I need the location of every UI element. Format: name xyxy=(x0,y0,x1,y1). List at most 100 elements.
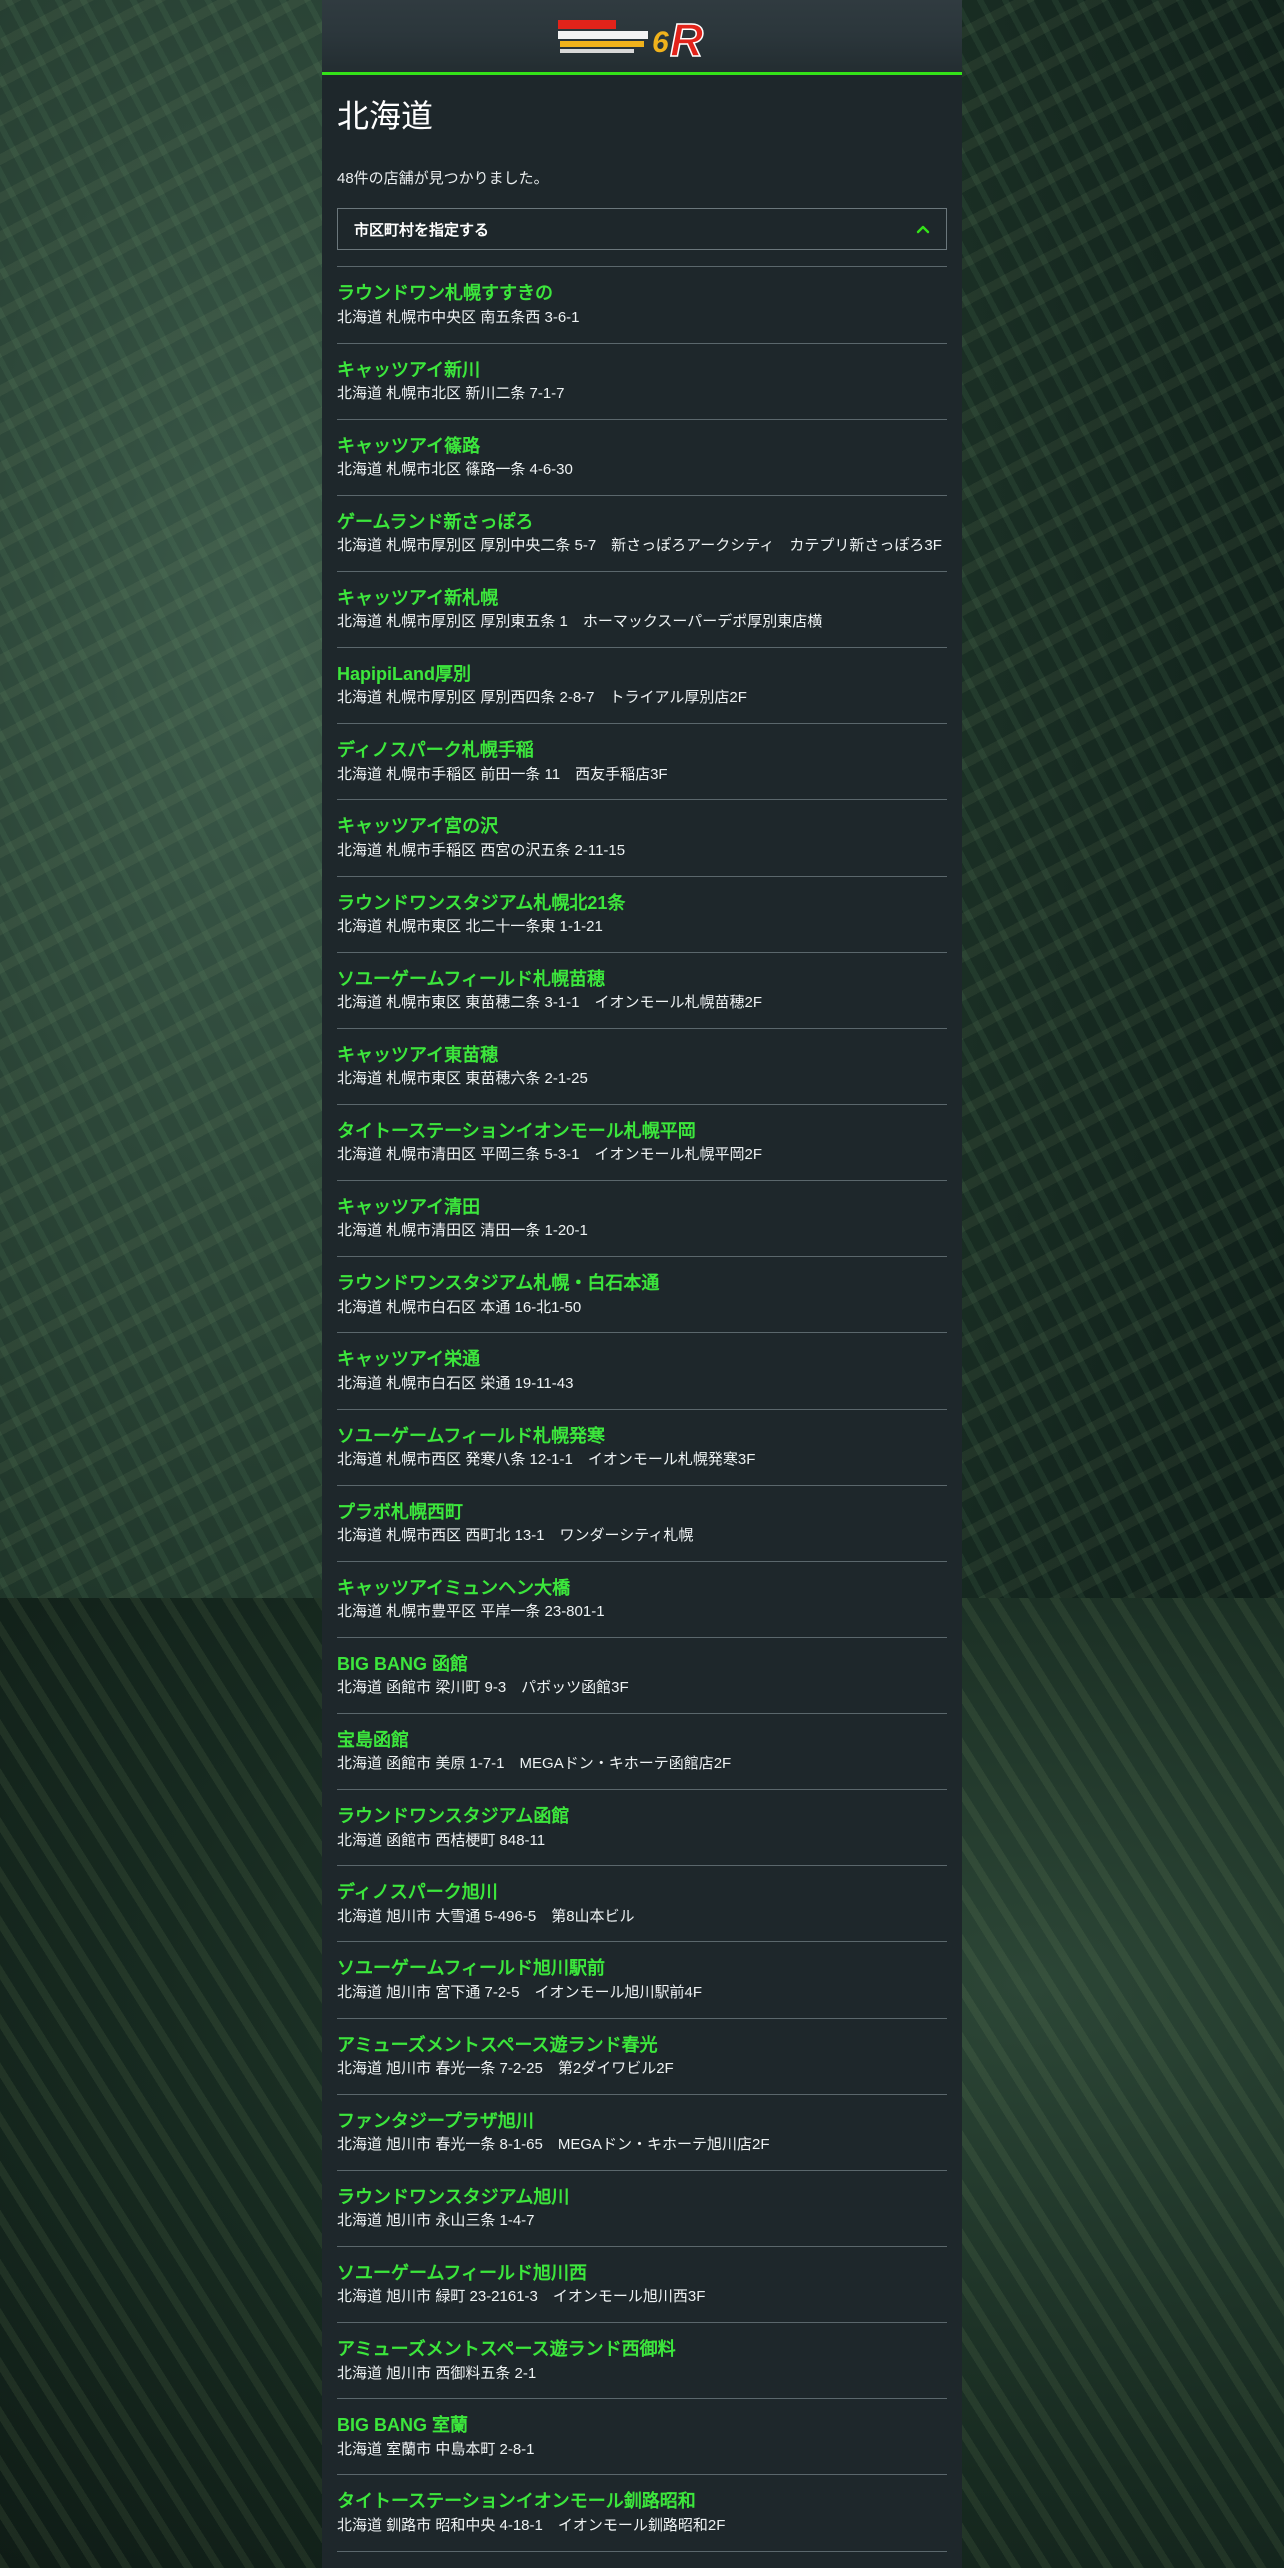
chevron-up-icon xyxy=(916,226,930,234)
store-list-item[interactable]: HapipiLand厚別北海道 札幌市厚別区 厚別西四条 2-8-7 トライアル… xyxy=(337,648,947,725)
store-list-item[interactable]: ゲームランド新さっぽろ北海道 札幌市厚別区 厚別中央二条 5-7 新さっぽろアー… xyxy=(337,496,947,572)
store-list-item[interactable]: プラボ札幌西町 北海道 札幌市西区 西町北 13-1 ワンダーシティ札幌 xyxy=(337,1486,947,1562)
store-address: 北海道 札幌市手稲区 前田一条 11 西友手稲店3F xyxy=(337,765,668,783)
store-address: 北海道 旭川市 宮下通 7-2-5 イオンモール旭川駅前4F xyxy=(337,1983,703,2001)
store-address: 北海道 札幌市厚別区 厚別中央二条 5-7 新さっぽろアークシティ カテプリ新さ… xyxy=(337,537,942,555)
store-list-item[interactable]: ソユーゲームフィールド旭川駅前北海道 旭川市 宮下通 7-2-5 イオンモール旭… xyxy=(337,1942,947,2019)
store-name-link[interactable]: ラウンドワンスタジアム札幌北21条 xyxy=(337,892,947,915)
store-list-item[interactable]: ラウンドワンスタジアム函館北海道 函館市 西桔梗町 848-11 xyxy=(337,1790,947,1867)
store-list-item[interactable]: キャッツアイ東苗穂 北海道 札幌市東区 東苗穂六条 2-1-25 xyxy=(337,1029,947,1105)
store-list-item[interactable]: ディノスパーク旭川北海道 旭川市 大雪通 5-496-5 第8山本ビル xyxy=(337,1866,947,1943)
store-name-link[interactable]: キャッツアイ新川 xyxy=(337,359,947,382)
store-list-item[interactable]: タイトーステーションイオンモール釧路昭和北海道 釧路市 昭和中央 4-18-1 … xyxy=(337,2475,947,2552)
store-name-link[interactable]: HapipiLand厚別 xyxy=(337,663,947,686)
store-name-link[interactable]: キャッツアイ新札幌 xyxy=(337,587,947,610)
store-address: 北海道 札幌市中央区 南五条西 3-6-1 xyxy=(337,308,580,326)
store-list-item[interactable]: 宝島函館北海道 函館市 美原 1-7-1 MEGAドン・キホーテ函館店2F xyxy=(337,1714,947,1791)
store-name-link[interactable]: キャッツアイ栄通 xyxy=(337,1348,947,1371)
store-name-link[interactable]: ディノスパーク札幌手稲 xyxy=(337,739,947,762)
store-name-link[interactable]: ラウンドワンスタジアム旭川 xyxy=(337,2186,947,2209)
store-address: 北海道 札幌市北区 新川二条 7-1-7 xyxy=(337,384,565,402)
store-list-item[interactable]: キャッツアイミュンヘン大橋北海道 札幌市豊平区 平岸一条 23-801-1 xyxy=(337,1562,947,1638)
store-address: 北海道 函館市 美原 1-7-1 MEGAドン・キホーテ函館店2F xyxy=(337,1755,732,1773)
wangan-midnight-6r-logo[interactable]: 6 R xyxy=(554,13,730,67)
store-address: 北海道 函館市 西桔梗町 848-11 xyxy=(337,1831,546,1849)
store-address: 北海道 函館市 梁川町 9-3 パボッツ函館3F xyxy=(337,1679,629,1697)
store-list-item[interactable]: アミューズメントスペース遊ランド春光北海道 旭川市 春光一条 7-2-25 第2… xyxy=(337,2019,947,2095)
store-name-link[interactable]: タイトーステーションイオンモール釧路昭和 xyxy=(337,2490,947,2513)
store-list-item[interactable]: キャッツアイ篠路北海道 札幌市北区 篠路一条 4-6-30 xyxy=(337,420,947,496)
main-content: 北海道 48件の店舗が見つかりました。 市区町村を指定する ラウンドワン札幌すす… xyxy=(322,75,962,2568)
store-name-link[interactable]: ソユーゲームフィールド旭川西 xyxy=(337,2262,947,2285)
store-address: 北海道 旭川市 永山三条 1-4-7 xyxy=(337,2212,535,2230)
store-list-item[interactable]: ラウンドワンスタジアム旭川北海道 旭川市 永山三条 1-4-7 xyxy=(337,2171,947,2248)
store-address: 北海道 札幌市厚別区 厚別東五条 1 ホーマックスーパーデポ厚別東店横 xyxy=(337,613,823,631)
store-list-item[interactable]: タイトーステーションイオンモール札幌平岡北海道 札幌市清田区 平岡三条 5-3-… xyxy=(337,1105,947,1182)
store-name-link[interactable]: ソユーゲームフィールド旭川駅前 xyxy=(337,1957,947,1980)
svg-text:R: R xyxy=(670,14,703,60)
store-name-link[interactable]: ソユーゲームフィールド札幌発寒 xyxy=(337,1425,947,1448)
store-list-item[interactable]: ラウンドワンスタジアム札幌北21条北海道 札幌市東区 北二十一条東 1-1-21 xyxy=(337,877,947,953)
store-name-link[interactable]: ラウンドワンスタジアム函館 xyxy=(337,1805,947,1828)
svg-text:6: 6 xyxy=(652,26,669,59)
store-name-link[interactable]: キャッツアイ宮の沢 xyxy=(337,815,947,838)
store-name-link[interactable]: キャッツアイ東苗穂 xyxy=(337,1044,947,1067)
store-address: 北海道 札幌市東区 東苗穂二条 3-1-1 イオンモール札幌苗穂2F xyxy=(337,994,763,1012)
store-name-link[interactable]: ラウンドワンスタジアム札幌・白石本通 xyxy=(337,1272,947,1295)
store-name-link[interactable]: キャッツアイミュンヘン大橋 xyxy=(337,1577,947,1600)
page-container: 6 R 北海道 48件の店舗が見つかりました。 市区町村を指定する ラウンドワン… xyxy=(322,0,962,2568)
store-list-item[interactable]: キャッツアイ宮の沢 北海道 札幌市手稲区 西宮の沢五条 2-11-15 xyxy=(337,800,947,877)
store-address: 北海道 旭川市 春光一条 8-1-65 MEGAドン・キホーテ旭川店2F xyxy=(337,2136,770,2154)
store-list-item[interactable]: BIG BANG 函館北海道 函館市 梁川町 9-3 パボッツ函館3F xyxy=(337,1638,947,1715)
store-name-link[interactable]: ファンタジープラザ旭川 xyxy=(337,2110,947,2133)
store-name-link[interactable]: 宝島函館 xyxy=(337,1729,947,1752)
store-list-item[interactable]: キャッツアイ新川北海道 札幌市北区 新川二条 7-1-7 xyxy=(337,344,947,420)
store-address: 北海道 札幌市清田区 清田一条 1-20-1 xyxy=(337,1222,588,1240)
store-list-item[interactable]: キャッツアイ栄通北海道 札幌市白石区 栄通 19-11-43 xyxy=(337,1333,947,1410)
store-list-item[interactable]: BIG BANG 室蘭北海道 室蘭市 中島本町 2-8-1 xyxy=(337,2399,947,2476)
store-list-item[interactable]: ソユーゲームフィールド札幌苗穂北海道 札幌市東区 東苗穂二条 3-1-1 イオン… xyxy=(337,953,947,1029)
store-name-link[interactable]: キャッツアイ篠路 xyxy=(337,435,947,458)
store-name-link[interactable]: ソユーゲームフィールド札幌苗穂 xyxy=(337,968,947,991)
store-name-link[interactable]: BIG BANG 函館 xyxy=(337,1653,947,1676)
store-list-item[interactable]: ファンタジープラザ旭川北海道 旭川市 春光一条 8-1-65 MEGAドン・キホ… xyxy=(337,2095,947,2171)
store-address: 北海道 旭川市 大雪通 5-496-5 第8山本ビル xyxy=(337,1907,635,1925)
store-address: 北海道 旭川市 西御料五条 2-1 xyxy=(337,2364,537,2382)
store-name-link[interactable]: ラウンドワン札幌すすきの xyxy=(337,282,947,305)
store-list-item[interactable]: キャッツアイ清田北海道 札幌市清田区 清田一条 1-20-1 xyxy=(337,1181,947,1258)
page-title: 北海道 xyxy=(337,98,434,134)
store-list-item[interactable]: ソユーゲームフィールド旭川西北海道 旭川市 緑町 23-2161-3 イオンモー… xyxy=(337,2247,947,2324)
store-list-item[interactable]: ラウンドワン札幌すすきの北海道 札幌市中央区 南五条西 3-6-1 xyxy=(337,267,947,344)
store-list: ラウンドワン札幌すすきの 北海道 札幌市中央区 南五条西 3-6-1 キャッツアイ新… xyxy=(337,266,947,2568)
store-name-link[interactable]: アミューズメントスペース遊ランド春光 xyxy=(337,2034,947,2057)
store-name-link[interactable]: BIG BANG 室蘭 xyxy=(337,2414,947,2437)
store-address: 北海道 室蘭市 中島本町 2-8-1 xyxy=(337,2440,535,2458)
store-address: 北海道 札幌市白石区 栄通 19-11-43 xyxy=(337,1374,574,1392)
store-name-link[interactable]: ディノスパーク旭川 xyxy=(337,1881,947,1904)
store-name-link[interactable]: タイトーステーションイオンモール札幌平岡 xyxy=(337,1120,947,1143)
store-address: 北海道 札幌市清田区 平岡三条 5-3-1 イオンモール札幌平岡2F xyxy=(337,1146,763,1164)
store-address: 北海道 札幌市豊平区 平岸一条 23-801-1 xyxy=(337,1603,605,1621)
store-list-item[interactable]: ソユーゲームフィールド札幌発寒 北海道 札幌市西区 発寒八条 12-1-1 イオン… xyxy=(337,1410,947,1486)
store-address: 北海道 旭川市 春光一条 7-2-25 第2ダイワビル2F xyxy=(337,2060,674,2078)
store-name-link[interactable]: ゲームランド新さっぽろ xyxy=(337,511,947,534)
store-list-item[interactable]: ラウンドワンスタジアム札幌・白石本通北海道 札幌市白石区 本通 16-北1-50 xyxy=(337,1257,947,1334)
store-name-link[interactable]: キャッツアイ清田 xyxy=(337,1196,947,1219)
store-name-link[interactable]: アミューズメントスペース遊ランド西御料 xyxy=(337,2338,947,2361)
store-address: 北海道 札幌市白石区 本通 16-北1-50 xyxy=(337,1298,582,1316)
store-address: 北海道 旭川市 緑町 23-2161-3 イオンモール旭川西3F xyxy=(337,2288,706,2306)
result-count: 48件の店舗が見つかりました。 xyxy=(337,170,549,188)
filter-label: 市区町村を指定する xyxy=(354,221,490,239)
store-address: 北海道 釧路市 昭和中央 4-18-1 イオンモール釧路昭和2F xyxy=(337,2516,726,2534)
store-address: 北海道 札幌市厚別区 厚別西四条 2-8-7 トライアル厚別店2F xyxy=(337,689,747,707)
site-header: 6 R xyxy=(322,0,962,75)
store-list-item[interactable]: ディノスパーク帯広北海道 帯広市 白樺十六条西 2-2-5 ドリームタウン白樺内 xyxy=(337,2552,947,2568)
store-list-item[interactable]: アミューズメントスペース遊ランド西御料北海道 旭川市 西御料五条 2-1 xyxy=(337,2323,947,2400)
logo-icon: 6 R xyxy=(558,13,704,67)
municipality-filter-toggle[interactable]: 市区町村を指定する xyxy=(337,208,947,251)
store-address: 北海道 札幌市東区 北二十一条東 1-1-21 xyxy=(337,917,603,935)
store-name-link[interactable]: プラボ札幌西町 xyxy=(337,1501,947,1524)
store-list-item[interactable]: ディノスパーク札幌手稲北海道 札幌市手稲区 前田一条 11 西友手稲店3F xyxy=(337,724,947,801)
store-address: 北海道 札幌市北区 篠路一条 4-6-30 xyxy=(337,461,573,479)
store-list-item[interactable]: キャッツアイ新札幌北海道 札幌市厚別区 厚別東五条 1 ホーマックスーパーデポ厚… xyxy=(337,572,947,649)
